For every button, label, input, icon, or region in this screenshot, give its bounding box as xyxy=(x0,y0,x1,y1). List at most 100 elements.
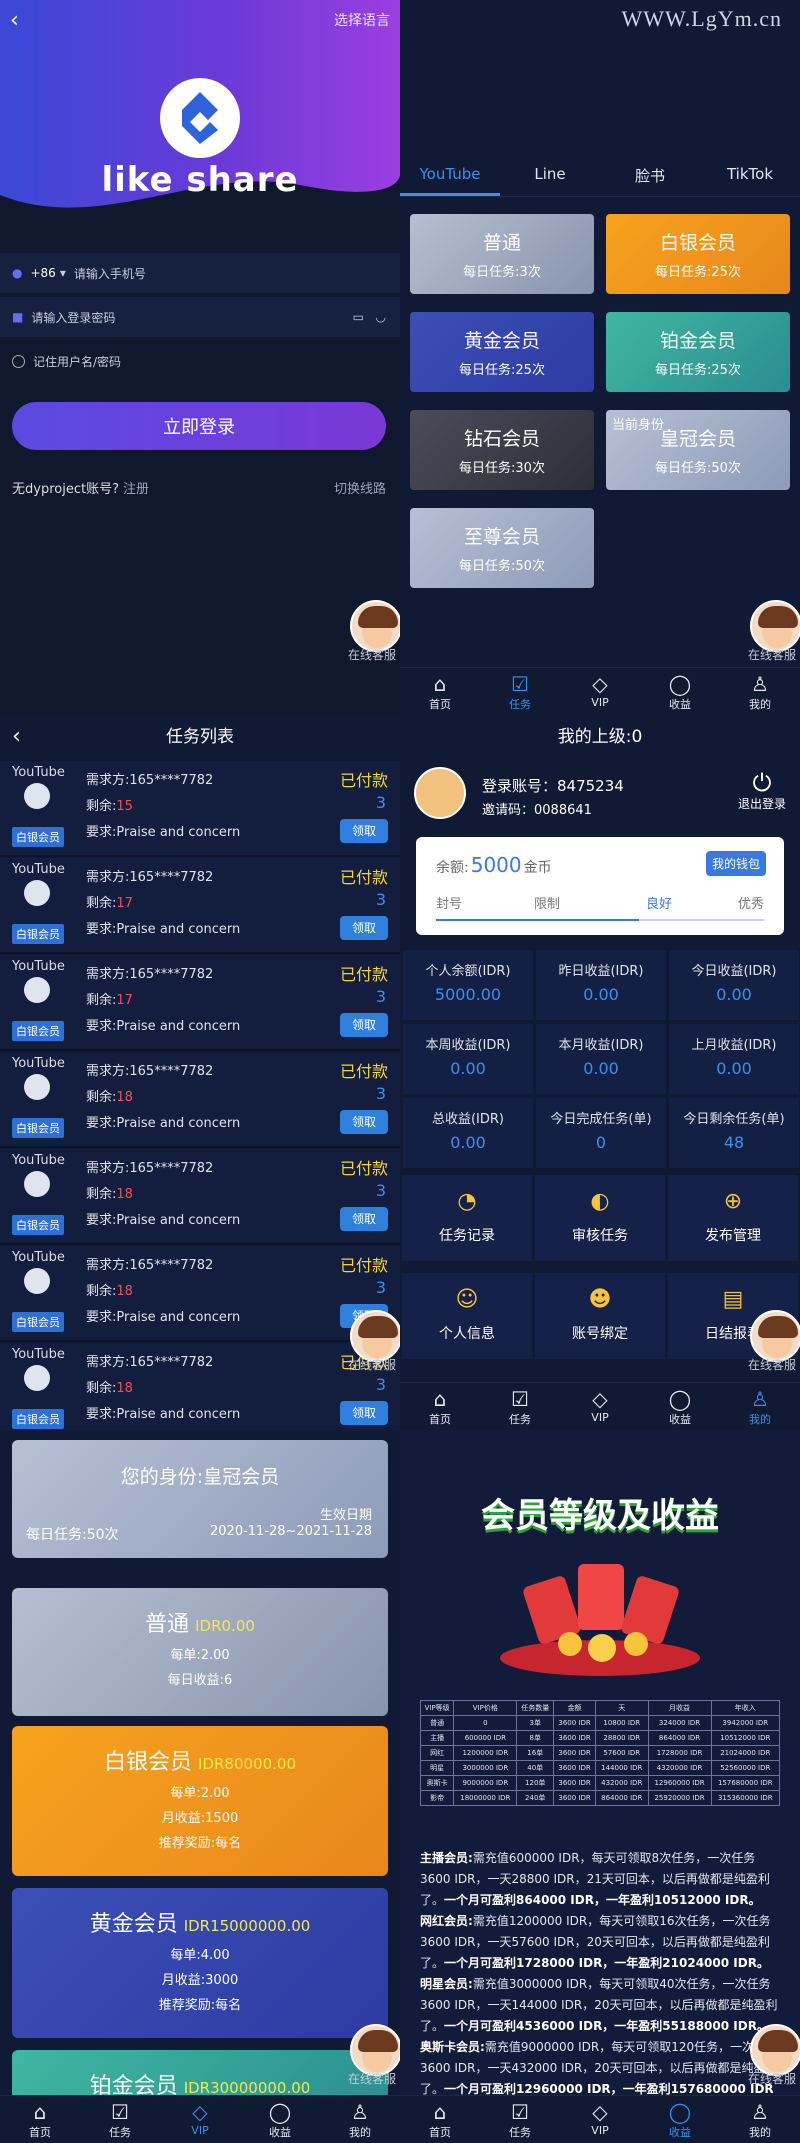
vip-card-crown[interactable]: 当前身份 皇冠会员 每日任务:50次 xyxy=(606,410,790,490)
function-audit[interactable]: ◐ 审核任务 xyxy=(535,1175,665,1261)
logout-button[interactable]: ⏻ 退出登录 xyxy=(738,771,786,812)
nav-vip[interactable]: ◇ VIP xyxy=(560,668,640,715)
task-row[interactable]: YouTube 白银会员 需求方:165****7782 剩余:15 要求:Praise… xyxy=(0,761,400,857)
task-row[interactable]: YouTube 白银会员 需求方:165****7782 剩余:18 要求:Praise… xyxy=(0,1149,400,1245)
customer-service-label[interactable]: 在线客服 xyxy=(348,2070,396,2087)
customer-service-avatar[interactable] xyxy=(750,1310,800,1362)
back-icon[interactable]: ‹ xyxy=(12,715,21,759)
nav-mine[interactable]: ♙ 我的 xyxy=(720,2096,800,2143)
keyboard-icon[interactable]: ▭ xyxy=(353,310,364,324)
claim-button[interactable]: 领取 xyxy=(340,1110,388,1134)
vip-card-platinum[interactable]: 铂金会员 每日任务:25次 xyxy=(606,312,790,392)
claim-button[interactable]: 领取 xyxy=(340,1013,388,1037)
nav-vip[interactable]: ◇ VIP xyxy=(560,2096,640,2143)
vip-card-name: 普通 xyxy=(482,232,521,254)
customer-service-label[interactable]: 在线客服 xyxy=(748,646,796,663)
nav-mine[interactable]: ♙ 我的 xyxy=(720,668,800,715)
vip-card-normal[interactable]: 普通 每日任务:3次 xyxy=(410,214,594,294)
balance-value: 5000 xyxy=(470,853,522,877)
vip-card-name: 钻石会员 xyxy=(463,428,540,450)
task-remaining-label: 剩余: xyxy=(86,896,117,911)
task-row[interactable]: YouTube 白银会员 需求方:165****7782 剩余:17 要求:Praise… xyxy=(0,858,400,954)
table-cell: 1728000 IDR xyxy=(647,1745,712,1761)
nav-earnings[interactable]: ◯ 收益 xyxy=(640,1383,720,1430)
claim-button[interactable]: 领取 xyxy=(340,819,388,843)
table-header: 年收入 xyxy=(710,1700,781,1716)
nav-vip[interactable]: ◇ VIP xyxy=(560,1383,640,1430)
customer-service-avatar[interactable] xyxy=(350,2024,400,2076)
nav-earnings[interactable]: ◯ 收益 xyxy=(640,668,720,715)
customer-service-label[interactable]: 在线客服 xyxy=(748,2070,796,2087)
phone-row[interactable]: ● +86 ▾ 请输入手机号 xyxy=(0,253,400,293)
benefit-head: 网红会员: xyxy=(420,1914,473,1928)
register-link[interactable]: 注册 xyxy=(123,482,149,497)
password-row[interactable]: ■ 请输入登录密码 ▭ ◡ xyxy=(0,297,400,337)
task-source: YouTube xyxy=(12,1347,65,1362)
vip-card-gold[interactable]: 黄金会员 每日任务:25次 xyxy=(410,312,594,392)
claim-button[interactable]: 领取 xyxy=(340,916,388,940)
vip-card-diamond[interactable]: 钻石会员 每日任务:30次 xyxy=(410,410,594,490)
task-row[interactable]: YouTube 白银会员 需求方:165****7782 剩余:17 要求:Praise… xyxy=(0,955,400,1051)
my-wallet-button[interactable]: 我的钱包 xyxy=(705,851,766,876)
nav-tasks[interactable]: ☑ 任务 xyxy=(480,1383,560,1430)
tier-card[interactable]: 黄金会员 IDR15000000.00 每单:4.00 月收益:3000 推荐奖励:每名 xyxy=(12,1888,388,2038)
country-code[interactable]: +86 xyxy=(30,266,55,280)
chevron-down-icon[interactable]: ▾ xyxy=(60,266,66,280)
tier-card[interactable]: 白银会员 IDR80000.00 每单:2.00 月收益:1500 推荐奖励:每名 xyxy=(12,1726,388,1876)
balance-unit: 金币 xyxy=(523,860,552,876)
eye-icon[interactable]: ◡ xyxy=(376,310,386,324)
customer-service-avatar[interactable] xyxy=(750,600,800,652)
nav-tasks[interactable]: ☑ 任务 xyxy=(80,2096,160,2143)
remember-checkbox[interactable] xyxy=(12,354,25,368)
nav-vip[interactable]: ◇ VIP xyxy=(160,2096,240,2143)
stat-label: 今日完成任务(单) xyxy=(550,1112,652,1127)
home-icon: ⌂ xyxy=(433,1387,447,1411)
back-icon[interactable]: ‹ xyxy=(10,8,19,33)
tier-card[interactable]: 普通 IDR0.00 每单:2.00 每日收益:6 xyxy=(12,1588,388,1716)
language-selector[interactable]: 选择语言 xyxy=(334,10,390,30)
task-row[interactable]: YouTube 白银会员 需求方:165****7782 剩余:18 要求:Praise… xyxy=(0,1343,400,1430)
avatar[interactable] xyxy=(414,767,466,819)
claim-button[interactable]: 领取 xyxy=(340,1401,388,1425)
switch-line-link[interactable]: 切换线路 xyxy=(334,478,386,497)
table-cell: 16单 xyxy=(516,1745,555,1761)
phone-input[interactable]: 请输入手机号 xyxy=(74,265,146,282)
nav-home[interactable]: ⌂ 首页 xyxy=(0,2096,80,2143)
customer-service-avatar[interactable] xyxy=(350,1310,400,1362)
tab-line[interactable]: Line xyxy=(500,155,600,196)
function-profile[interactable]: ☺ 个人信息 xyxy=(402,1273,532,1359)
customer-service-label[interactable]: 在线客服 xyxy=(748,1356,796,1373)
level-banned: 封号 xyxy=(436,897,463,912)
customer-service-label[interactable]: 在线客服 xyxy=(348,1356,396,1373)
remember-row[interactable]: 记住用户名/密码 xyxy=(0,341,400,381)
vip-card-supreme[interactable]: 至尊会员 每日任务:50次 xyxy=(410,508,594,588)
nav-mine[interactable]: ♙ 我的 xyxy=(320,2096,400,2143)
customer-service-label[interactable]: 在线客服 xyxy=(348,646,396,663)
task-row[interactable]: YouTube 白银会员 需求方:165****7782 剩余:18 要求:Praise… xyxy=(0,1246,400,1342)
tab-youtube[interactable]: YouTube xyxy=(400,155,500,196)
vip-card-daily: 每日任务:25次 xyxy=(655,363,741,378)
tier-detail: 每日收益:6 xyxy=(167,1673,233,1688)
claim-button[interactable]: 领取 xyxy=(340,1207,388,1231)
nav-tasks[interactable]: ☑ 任务 xyxy=(480,668,560,715)
nav-earnings[interactable]: ◯ 收益 xyxy=(640,2096,720,2143)
user-icon: ● xyxy=(12,266,23,280)
function-bind[interactable]: ☻ 账号绑定 xyxy=(535,1273,665,1359)
login-button[interactable]: 立即登录 xyxy=(12,402,386,450)
function-record[interactable]: ◔ 任务记录 xyxy=(402,1175,532,1261)
nav-mine[interactable]: ♙ 我的 xyxy=(720,1383,800,1430)
customer-service-avatar[interactable] xyxy=(750,2024,800,2076)
tab-tiktok[interactable]: TikTok xyxy=(700,155,800,196)
task-row[interactable]: YouTube 白银会员 需求方:165****7782 剩余:18 要求:Praise… xyxy=(0,1052,400,1148)
tab-facebook[interactable]: 脸书 xyxy=(600,155,700,196)
customer-service-avatar[interactable] xyxy=(350,600,400,652)
nav-home[interactable]: ⌂ 首页 xyxy=(400,668,480,715)
vip-card-silver[interactable]: 白银会员 每日任务:25次 xyxy=(606,214,790,294)
task-status: 已付款 xyxy=(339,771,388,790)
nav-tasks[interactable]: ☑ 任务 xyxy=(480,2096,560,2143)
nav-earnings[interactable]: ◯ 收益 xyxy=(240,2096,320,2143)
nav-home[interactable]: ⌂ 首页 xyxy=(400,1383,480,1430)
function-publish[interactable]: ⊕ 发布管理 xyxy=(668,1175,798,1261)
nav-home[interactable]: ⌂ 首页 xyxy=(400,2096,480,2143)
password-input[interactable]: 请输入登录密码 xyxy=(31,309,115,326)
